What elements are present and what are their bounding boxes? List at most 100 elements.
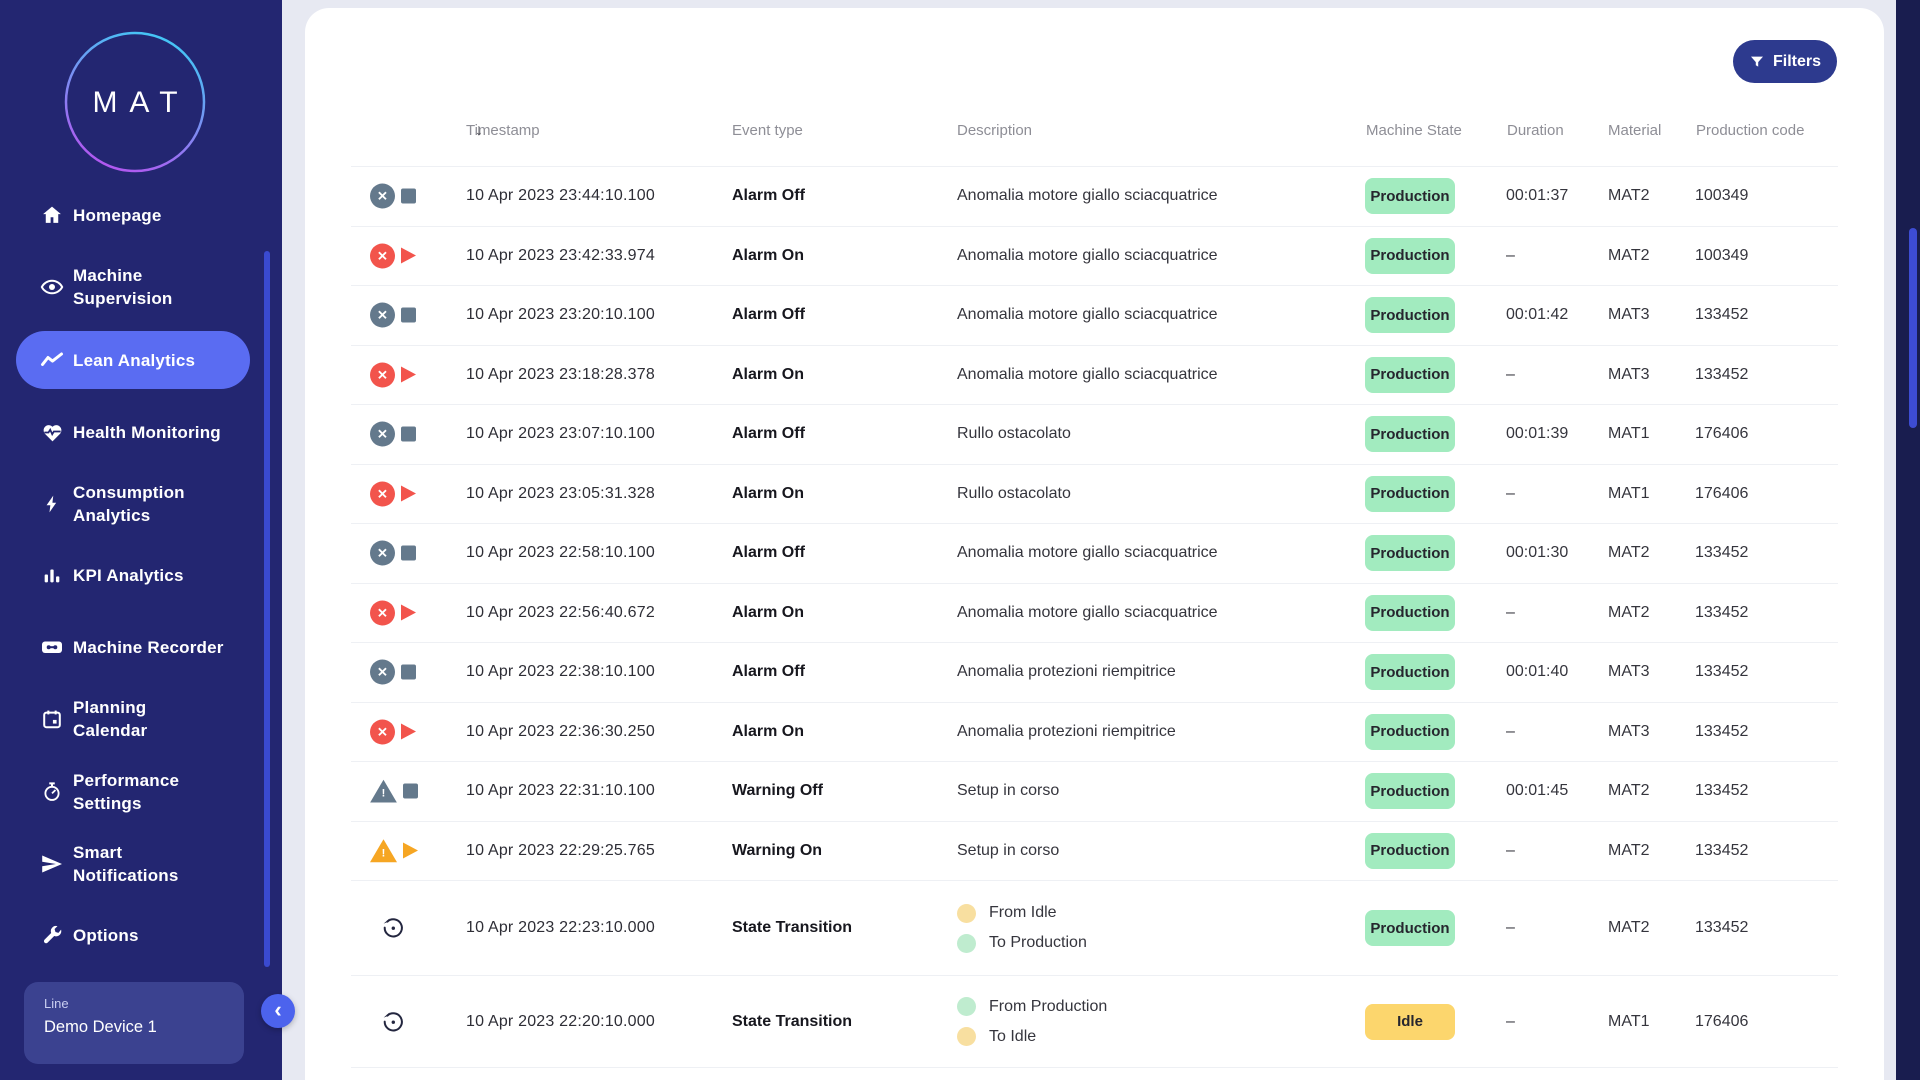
machine-state-badge: Production [1365, 535, 1455, 571]
event-type-cell: Alarm Off [732, 187, 805, 205]
material-cell: MAT1 [1608, 425, 1649, 443]
play-triangle-icon [403, 843, 418, 859]
description-cell: Anomalia protezioni riempitrice [957, 663, 1176, 681]
event-status-icons: ✕ [370, 422, 416, 447]
event-status-icons: ✕ [370, 719, 416, 744]
event-status-icons: ✕ [370, 184, 416, 209]
table-row: 10 Apr 2023 22:23:10.000State Transition… [351, 880, 1838, 975]
sidebar-scrollbar-thumb[interactable] [264, 251, 270, 967]
sidebar-item-lean-analytics[interactable]: Lean Analytics [16, 331, 250, 389]
duration-cell: – [1506, 1013, 1515, 1031]
event-status-icons: ! [370, 780, 418, 803]
column-header-material[interactable]: Material [1608, 122, 1661, 139]
stop-square-icon [401, 427, 416, 442]
timestamp-cell: 10 Apr 2023 22:38:10.100 [466, 663, 655, 681]
description-cell: From ProductionTo Idle [957, 992, 1107, 1052]
duration-cell: – [1506, 485, 1515, 503]
column-header-description[interactable]: Description [957, 122, 1032, 139]
table-row: ✕10 Apr 2023 23:44:10.100Alarm OffAnomal… [351, 166, 1838, 226]
event-type-cell: Alarm Off [732, 425, 805, 443]
page-scrollbar-track[interactable] [1896, 0, 1920, 1080]
column-header-event-type[interactable]: Event type [732, 122, 803, 139]
machine-state-badge: Production [1365, 297, 1455, 333]
filters-button-label: Filters [1773, 53, 1821, 71]
sidebar-item-performance-settings[interactable]: Performance Settings [16, 762, 250, 822]
event-status-icons: ✕ [370, 541, 416, 566]
production-code-cell: 133452 [1695, 842, 1748, 860]
machine-state-badge: Production [1365, 833, 1455, 869]
description-cell: Rullo ostacolato [957, 425, 1071, 443]
duration-cell: 00:01:45 [1506, 782, 1568, 800]
description-cell: Anomalia protezioni riempitrice [957, 723, 1176, 741]
filters-button[interactable]: Filters [1733, 40, 1837, 83]
alarm-circle-x-icon: ✕ [370, 303, 395, 328]
column-header-production-code[interactable]: Production code [1696, 122, 1804, 139]
event-status-icons: ✕ [370, 660, 416, 685]
calendar-icon [40, 707, 64, 731]
sidebar-item-kpi-analytics[interactable]: KPI Analytics [16, 553, 250, 597]
device-line-label: Line [44, 996, 224, 1011]
alarm-circle-x-icon: ✕ [370, 541, 395, 566]
sidebar-item-health-monitoring[interactable]: Health Monitoring [16, 410, 250, 454]
alarm-circle-x-icon: ✕ [370, 660, 395, 685]
event-type-cell: Warning On [732, 842, 822, 860]
state-transition-line: To Idle [957, 1022, 1107, 1052]
material-cell: MAT2 [1608, 187, 1649, 205]
material-cell: MAT3 [1608, 306, 1649, 324]
alarm-circle-x-icon: ✕ [370, 719, 395, 744]
sidebar-item-label: Lean Analytics [73, 349, 195, 372]
timestamp-cell: 10 Apr 2023 22:29:25.765 [466, 842, 655, 860]
device-selector-card[interactable]: Line Demo Device 1 [24, 982, 244, 1064]
stop-square-icon [403, 784, 418, 799]
table-row-partial [351, 1067, 1838, 1080]
timestamp-cell: 10 Apr 2023 22:20:10.000 [466, 1013, 655, 1031]
sidebar-item-machine-recorder[interactable]: Machine Recorder [16, 625, 250, 669]
production-code-cell: 176406 [1695, 425, 1748, 443]
sidebar-collapse-button[interactable] [261, 994, 295, 1028]
trend-line-icon [40, 348, 64, 372]
production-code-cell: 133452 [1695, 663, 1748, 681]
sidebar-item-options[interactable]: Options [16, 913, 250, 957]
table-row: ✕10 Apr 2023 23:18:28.378Alarm OnAnomali… [351, 345, 1838, 405]
duration-cell: – [1506, 919, 1515, 937]
event-type-cell: Alarm On [732, 247, 804, 265]
duration-cell: – [1506, 842, 1515, 860]
description-cell: Anomalia motore giallo sciacquatrice [957, 366, 1218, 384]
home-icon [40, 203, 64, 227]
table-header: Timestamp Event type Description Machine… [305, 122, 1884, 146]
column-header-duration[interactable]: Duration [1507, 122, 1564, 139]
production-code-cell: 100349 [1695, 247, 1748, 265]
sidebar-item-smart-notifications[interactable]: Smart Notifications [16, 834, 250, 894]
timestamp-cell: 10 Apr 2023 23:05:31.328 [466, 485, 655, 503]
heart-pulse-icon [40, 420, 64, 444]
table-row: !10 Apr 2023 22:31:10.100Warning OffSetu… [351, 761, 1838, 821]
event-type-cell: State Transition [732, 919, 852, 937]
machine-state-badge: Production [1365, 178, 1455, 214]
production-code-cell: 133452 [1695, 604, 1748, 622]
event-type-cell: Alarm On [732, 723, 804, 741]
sidebar-item-machine-supervision[interactable]: Machine Supervision [16, 257, 250, 317]
sidebar-item-label: Health Monitoring [73, 421, 221, 444]
duration-cell: 00:01:40 [1506, 663, 1568, 681]
material-cell: MAT1 [1608, 1013, 1649, 1031]
machine-state-badge: Production [1365, 773, 1455, 809]
sidebar-item-consumption-analytics[interactable]: Consumption Analytics [16, 474, 250, 534]
description-cell: Anomalia motore giallo sciacquatrice [957, 604, 1218, 622]
material-cell: MAT2 [1608, 842, 1649, 860]
sidebar-item-label: Performance Settings [73, 769, 179, 815]
production-code-cell: 133452 [1695, 544, 1748, 562]
sidebar-item-homepage[interactable]: Homepage [16, 193, 250, 237]
sidebar-item-label: Smart Notifications [73, 841, 179, 887]
production-code-cell: 133452 [1695, 306, 1748, 324]
page-scrollbar-thumb[interactable] [1909, 228, 1917, 428]
duration-cell: 00:01:30 [1506, 544, 1568, 562]
sidebar-item-label: Machine Recorder [73, 636, 224, 659]
column-header-machine-state[interactable]: Machine State [1366, 122, 1462, 139]
sidebar-item-planning-calendar[interactable]: Planning Calendar [16, 689, 250, 749]
production-code-cell: 176406 [1695, 1013, 1748, 1031]
event-status-icons [370, 917, 404, 939]
table-row: ✕10 Apr 2023 23:05:31.328Alarm OnRullo o… [351, 464, 1838, 524]
send-icon [40, 852, 64, 876]
event-status-icons: ✕ [370, 303, 416, 328]
alarm-circle-x-icon: ✕ [370, 481, 395, 506]
